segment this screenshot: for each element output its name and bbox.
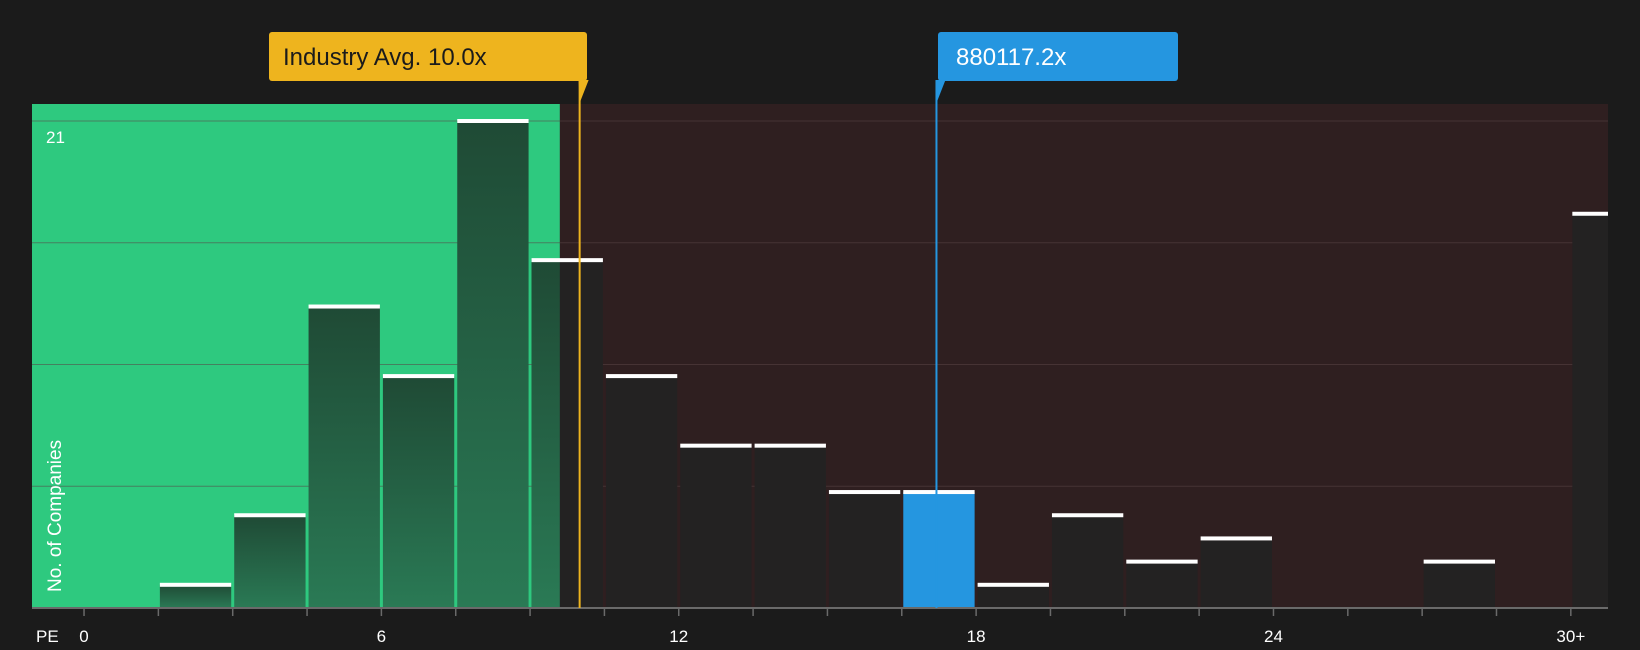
histogram-bar <box>977 584 1049 608</box>
bar-cap <box>1572 211 1608 216</box>
bar-cap <box>457 119 529 123</box>
histogram-bar <box>680 445 752 608</box>
bar-cap <box>903 490 975 495</box>
histogram-bar <box>234 515 306 608</box>
x-tick-label: 6 <box>377 627 386 646</box>
bar-cap <box>828 490 901 495</box>
y-axis-label: No. of Companies <box>45 440 66 592</box>
histogram-bar <box>828 492 901 608</box>
bar-cap <box>754 443 826 448</box>
bar-cap <box>382 374 455 379</box>
bar-cap <box>159 582 232 587</box>
x-tick-label: 24 <box>1264 627 1283 646</box>
bar-cap <box>308 304 380 309</box>
histogram-bar <box>159 584 232 608</box>
x-axis-ticks: 0 6 12 18 24 30+ <box>79 608 1585 646</box>
x-tick-label: 12 <box>669 627 688 646</box>
y-tick-label-max: 21 <box>46 128 65 147</box>
company-pe-label: 880117.2x <box>956 44 1066 71</box>
highlight-bar <box>903 492 975 608</box>
histogram-bar <box>1572 213 1608 608</box>
bar-cap <box>680 443 752 448</box>
bar-cap <box>605 374 678 379</box>
x-tick-label: 0 <box>79 627 88 646</box>
x-tick-label: 18 <box>967 627 986 646</box>
histogram-bar <box>308 306 380 608</box>
bar-cap <box>234 513 306 518</box>
bar-cap <box>1423 559 1495 564</box>
histogram-bar <box>1200 538 1272 608</box>
company-pointer <box>935 80 946 103</box>
histogram-bar <box>1051 515 1124 608</box>
bar-cap <box>1051 513 1124 518</box>
bar-cap <box>1126 559 1198 564</box>
bar-cap <box>1200 536 1272 541</box>
histogram-bar <box>605 376 678 608</box>
histogram-bar <box>382 376 455 608</box>
histogram-bar-green-part <box>531 260 560 608</box>
x-axis-label: PE <box>36 627 59 646</box>
x-tick-label: 30+ <box>1556 627 1585 646</box>
bar-cap <box>977 582 1049 587</box>
histogram-bar <box>457 121 529 608</box>
industry-avg-label: Industry Avg. 10.0x <box>283 44 487 71</box>
histogram-bar <box>754 445 826 608</box>
industry-avg-pointer <box>578 80 589 103</box>
bar-cap <box>531 258 603 263</box>
histogram-bar <box>1423 561 1495 608</box>
histogram-bar <box>1126 561 1198 608</box>
pe-distribution-chart: 0 6 12 18 24 30+ 21 No. of Companies PE Indus… <box>32 32 1608 646</box>
